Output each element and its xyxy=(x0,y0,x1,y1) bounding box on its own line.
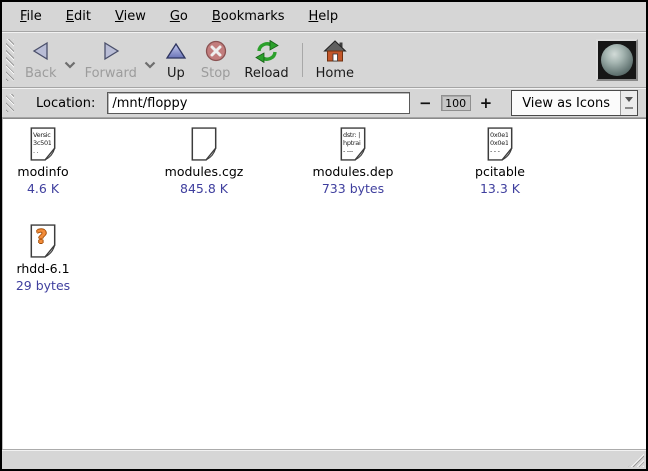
menu-help-accel: H xyxy=(309,9,319,24)
status-bar xyxy=(2,449,646,469)
forward-icon xyxy=(100,38,122,64)
reload-label: Reload xyxy=(244,66,288,81)
toolbar-separator xyxy=(302,43,303,77)
forward-history-dropdown[interactable] xyxy=(144,61,156,69)
file-preview-text: dstr: | hptrai - --- xyxy=(343,131,361,155)
file-size: 29 bytes xyxy=(16,278,70,293)
reload-icon xyxy=(255,38,279,64)
toolbar: Back Forward Up xyxy=(2,32,646,88)
home-label: Home xyxy=(316,66,354,81)
file-item-modules-dep[interactable]: dstr: | hptrai - --- modules.dep 733 byt… xyxy=(298,127,408,196)
zoom-out-button[interactable]: − xyxy=(416,96,435,111)
file-preview-text: 0x0e1 0x0e1 - - - xyxy=(490,131,508,155)
forward-button[interactable]: Forward xyxy=(78,35,144,85)
forward-label: Forward xyxy=(85,66,137,81)
menu-bookmarks[interactable]: Bookmarks xyxy=(200,3,297,30)
menu-bookmarks-label: ookmarks xyxy=(221,9,285,24)
file-item-modinfo[interactable]: Versic 3c501 . . modinfo 4.6 K xyxy=(5,127,81,196)
location-label: Location: xyxy=(36,96,95,111)
toolbar-drag-handle[interactable] xyxy=(6,39,14,81)
text-file-icon: 0x0e1 0x0e1 - - - xyxy=(486,127,514,161)
up-button[interactable]: Up xyxy=(158,35,194,85)
file-name: pcitable xyxy=(475,164,525,179)
view-mode-label: View as Icons xyxy=(512,91,620,115)
back-icon xyxy=(30,38,52,64)
file-icon-view[interactable]: Versic 3c501 . . modinfo 4.6 K modules.c… xyxy=(2,118,646,449)
home-icon xyxy=(323,38,347,64)
menu-file-label: ile xyxy=(27,9,42,24)
back-button[interactable]: Back xyxy=(18,35,64,85)
stop-icon xyxy=(205,38,227,64)
back-history-dropdown[interactable] xyxy=(64,61,76,69)
text-file-icon: Versic 3c501 . . xyxy=(29,127,57,161)
file-item-rhdd[interactable]: ? rhdd-6.1 29 bytes xyxy=(5,224,81,293)
resize-grip[interactable] xyxy=(628,453,644,467)
file-size: 845.8 K xyxy=(180,181,228,196)
menu-view-label: iew xyxy=(124,9,146,24)
throbber xyxy=(596,39,638,81)
location-bar: Location: − 100 + View as Icons xyxy=(2,88,646,118)
file-name: modules.cgz xyxy=(165,164,244,179)
file-name: rhdd-6.1 xyxy=(16,261,69,276)
menu-bookmarks-accel: B xyxy=(212,9,221,24)
menu-bar: File Edit View Go Bookmarks Help xyxy=(2,2,646,32)
view-mode-arrow-icon xyxy=(620,91,637,115)
up-label: Up xyxy=(167,66,185,81)
file-name: modules.dep xyxy=(313,164,394,179)
menu-edit-label: dit xyxy=(74,9,91,24)
question-mark-glyph: ? xyxy=(29,226,54,248)
text-file-icon: dstr: | hptrai - --- xyxy=(339,127,367,161)
file-size: 4.6 K xyxy=(27,181,59,196)
file-size: 733 bytes xyxy=(322,181,384,196)
file-preview-text: Versic 3c501 . . xyxy=(33,131,51,155)
file-size: 13.3 K xyxy=(480,181,520,196)
menu-go-label: o xyxy=(180,9,188,24)
back-label: Back xyxy=(25,66,57,81)
reload-button[interactable]: Reload xyxy=(237,35,295,85)
menu-view[interactable]: View xyxy=(103,3,158,30)
home-button[interactable]: Home xyxy=(309,35,361,85)
file-manager-window: File Edit View Go Bookmarks Help Back Fo… xyxy=(0,0,648,471)
menu-view-accel: V xyxy=(115,9,124,24)
unknown-file-icon: ? xyxy=(29,224,57,258)
menu-file[interactable]: File xyxy=(8,3,54,30)
menu-edit[interactable]: Edit xyxy=(54,3,103,30)
stop-label: Stop xyxy=(201,66,231,81)
location-bar-drag-handle[interactable] xyxy=(6,94,14,112)
throbber-sphere-icon xyxy=(601,44,633,76)
zoom-level-indicator: 100 xyxy=(441,95,471,111)
location-input[interactable] xyxy=(107,92,410,114)
menu-edit-accel: E xyxy=(66,9,74,24)
menu-help[interactable]: Help xyxy=(297,3,351,30)
view-mode-dropdown[interactable]: View as Icons xyxy=(511,90,638,116)
document-icon xyxy=(190,127,218,161)
menu-help-label: elp xyxy=(318,9,338,24)
menu-go[interactable]: Go xyxy=(158,3,200,30)
throbber-area xyxy=(596,35,640,85)
zoom-in-button[interactable]: + xyxy=(477,96,496,111)
menu-go-accel: G xyxy=(170,9,180,24)
up-icon xyxy=(165,38,187,64)
stop-button[interactable]: Stop xyxy=(194,35,238,85)
file-name: modinfo xyxy=(17,164,68,179)
file-item-pcitable[interactable]: 0x0e1 0x0e1 - - - pcitable 13.3 K xyxy=(450,127,550,196)
file-item-modules-cgz[interactable]: modules.cgz 845.8 K xyxy=(149,127,259,196)
